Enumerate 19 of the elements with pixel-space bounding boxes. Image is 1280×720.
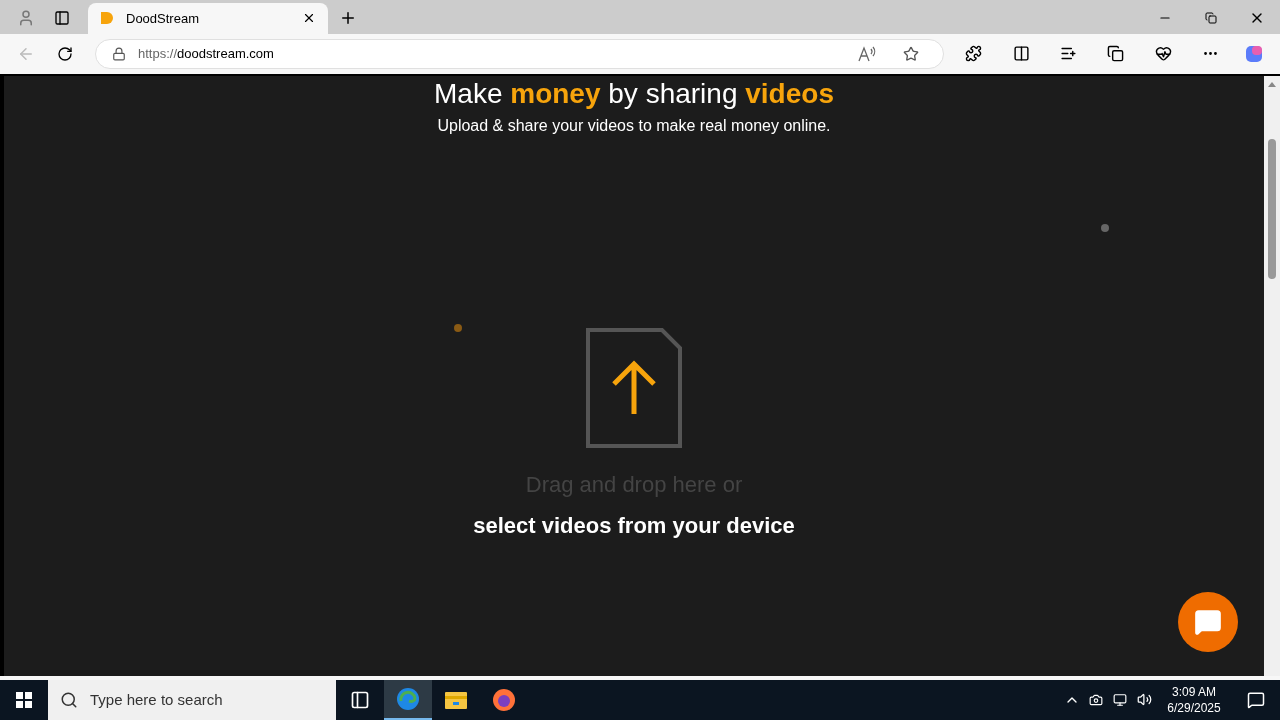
scroll-up-icon[interactable] [1268, 81, 1276, 87]
subtitle: Upload & share your videos to make real money online. [437, 115, 831, 136]
search-icon [60, 691, 78, 709]
url-text: https://doodstream.com [138, 44, 275, 63]
chat-icon [1194, 608, 1222, 636]
select-videos-link[interactable]: select videos from your device [473, 508, 795, 542]
headline: Make money by sharing videos [434, 77, 834, 110]
address-bar[interactable]: https://doodstream.com [95, 38, 944, 69]
browser-icon[interactable] [384, 680, 432, 720]
upload-file-icon[interactable] [586, 327, 682, 448]
favicon-icon [100, 11, 114, 26]
taskbar-search-field[interactable]: Type here to search [48, 680, 336, 720]
browser-tab[interactable]: DoodStream [88, 2, 328, 34]
tab-title: DoodStream [126, 9, 200, 28]
clock[interactable]: 3:09 AM 6/29/2025 [1156, 684, 1232, 716]
chat-button[interactable] [1178, 592, 1238, 652]
lock-icon [112, 46, 127, 61]
scrollbar[interactable] [1264, 75, 1280, 676]
scrollbar-thumb[interactable] [1268, 138, 1276, 279]
